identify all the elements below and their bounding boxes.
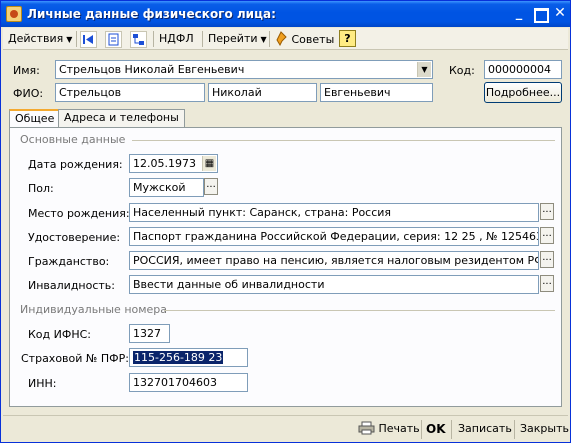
name-label: Имя: (13, 64, 40, 77)
tab-addresses[interactable]: Адреса и телефоны (58, 109, 185, 127)
toolbar: Действия ▼ НДФЛ Перейти ▼ Советы ? (3, 28, 568, 50)
citizenship-label: Гражданство: (28, 255, 110, 268)
gender-field[interactable]: Мужской (129, 178, 204, 197)
patronymic-field[interactable]: Евгеньевич (320, 83, 433, 102)
fio-label: ФИО: (13, 87, 44, 100)
tips-label: Советы (291, 33, 335, 46)
minimize-button[interactable]: _ (511, 6, 527, 22)
dropdown-arrow-icon: ▼ (260, 35, 267, 44)
bar-separator (451, 420, 452, 439)
close-button[interactable]: Закрыть (520, 421, 569, 438)
firstname-field[interactable]: Николай (208, 83, 317, 102)
printer-icon (358, 421, 375, 435)
pfr-value: 115-256-189 23 (133, 351, 224, 364)
section-divider (164, 310, 555, 311)
print-label: Печать (378, 422, 420, 435)
disability-field[interactable]: Ввести данные об инвалидности (129, 275, 539, 294)
disability-select-button[interactable]: ... (540, 275, 554, 292)
id-document-select-button[interactable]: ... (540, 227, 554, 244)
document-refresh-icon[interactable] (105, 31, 122, 48)
name-value: Стрельцов Николай Евгеньевич (59, 63, 245, 76)
ifns-field[interactable]: 1327 (129, 324, 170, 343)
pfr-field[interactable]: 115-256-189 23 (129, 348, 248, 367)
birthplace-label: Место рождения: (28, 207, 130, 220)
save-button[interactable]: Записать (458, 421, 512, 438)
structure-icon[interactable] (130, 31, 147, 48)
goto-menu-label: Перейти (208, 32, 258, 45)
ifns-label: Код ИФНС: (28, 328, 91, 341)
surname-field[interactable]: Стрельцов (55, 83, 205, 102)
birthplace-select-button[interactable]: ... (540, 203, 554, 220)
close-window-button[interactable]: ✕ (552, 6, 568, 22)
app-icon (6, 6, 22, 22)
command-bar: Печать OK Записать Закрыть (3, 415, 569, 442)
toolbar-separator (202, 31, 203, 47)
toolbar-separator (269, 31, 270, 47)
section-divider (132, 140, 555, 141)
code-field[interactable]: 000000004 (484, 60, 562, 79)
tab-general[interactable]: Общее (9, 109, 61, 128)
bar-separator (514, 420, 515, 439)
dialog-window: Личные данные физического лица: _ ✕ Дейс… (0, 0, 571, 443)
inn-label: ИНН: (28, 377, 57, 390)
ok-button[interactable]: OK (426, 421, 446, 438)
name-field[interactable]: Стрельцов Николай Евгеньевич ▼ (55, 60, 433, 79)
id-document-field[interactable]: Паспорт гражданина Российской Федерации,… (129, 227, 539, 246)
maximize-button[interactable] (532, 6, 549, 23)
inn-field[interactable]: 132701704603 (129, 373, 248, 392)
help-button[interactable]: ? (339, 30, 356, 47)
code-label: Код: (449, 64, 475, 77)
dropdown-arrow-icon: ▼ (66, 35, 73, 44)
actions-menu[interactable]: Действия ▼ (8, 31, 72, 48)
actions-menu-label: Действия (8, 32, 64, 45)
tips-icon (276, 31, 287, 47)
window-title: Личные данные физического лица: (27, 7, 276, 21)
toolbar-separator (153, 31, 154, 47)
birthdate-value: 12.05.1973 (133, 157, 196, 170)
disability-label: Инвалидность: (28, 279, 115, 292)
ndfl-button[interactable]: НДФЛ (159, 31, 194, 48)
calendar-icon[interactable]: ▦ (202, 156, 216, 171)
toolbar-separator (76, 31, 77, 47)
pfr-label: Страховой № ПФР: (21, 352, 129, 365)
citizenship-select-button[interactable]: ... (540, 251, 554, 268)
section-basic-title: Основные данные (20, 133, 126, 146)
print-button[interactable]: Печать (358, 421, 420, 438)
birthplace-field[interactable]: Населенный пункт: Саранск, страна: Росси… (129, 203, 539, 222)
goto-first-icon[interactable] (80, 31, 97, 48)
tips-button[interactable]: Советы (274, 31, 334, 48)
goto-menu[interactable]: Перейти ▼ (208, 31, 267, 48)
gender-label: Пол: (28, 182, 54, 195)
citizenship-field[interactable]: РОССИЯ, имеет право на пенсию, является … (129, 251, 539, 270)
chevron-down-icon[interactable]: ▼ (417, 62, 431, 77)
gender-select-button[interactable]: ... (204, 178, 218, 195)
title-bar[interactable]: Личные данные физического лица: _ ✕ (1, 1, 570, 27)
birthdate-field[interactable]: 12.05.1973 ▦ (129, 154, 218, 173)
more-button[interactable]: Подробнее... (484, 82, 562, 103)
birthdate-label: Дата рождения: (28, 158, 123, 171)
section-numbers-title: Индивидуальные номера (20, 303, 168, 316)
id-document-label: Удостоверение: (28, 231, 121, 244)
bar-separator (421, 420, 422, 439)
